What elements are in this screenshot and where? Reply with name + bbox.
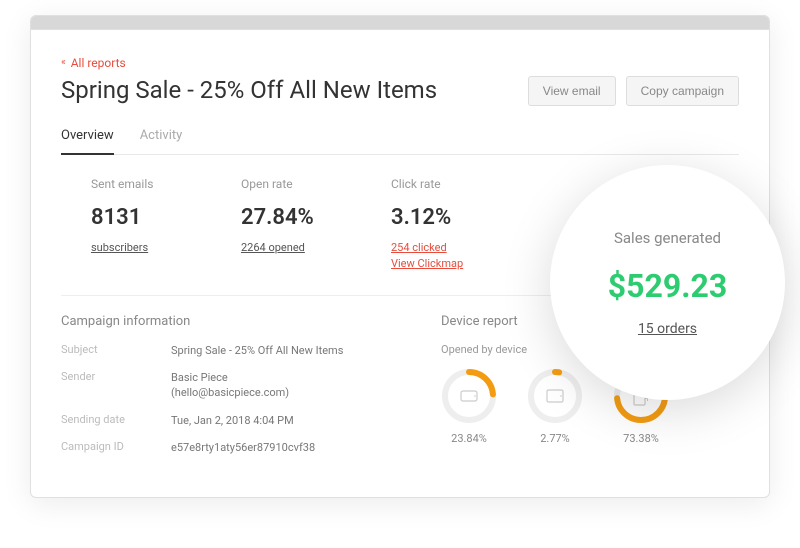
stat-label: Open rate: [241, 177, 391, 191]
info-key: Sender: [61, 370, 171, 401]
info-key: Sending date: [61, 413, 171, 428]
page-header: Spring Sale - 25% Off All New Items View…: [61, 76, 739, 106]
stat-value: 8131: [91, 205, 241, 230]
back-link[interactable]: « All reports: [61, 56, 126, 70]
device-item: 2.77%: [527, 368, 583, 445]
copy-campaign-button[interactable]: Copy campaign: [626, 76, 739, 106]
info-row-sender: Sender Basic Piece (hello@basicpiece.com…: [61, 370, 441, 401]
tab-overview[interactable]: Overview: [61, 128, 114, 155]
device-item: 23.84%: [441, 368, 497, 445]
page-title: Spring Sale - 25% Off All New Items: [61, 76, 437, 104]
browser-titlebar: [31, 16, 769, 30]
donut-chart: [441, 368, 497, 424]
info-val: Basic Piece (hello@basicpiece.com): [171, 370, 289, 401]
back-link-text: All reports: [71, 56, 126, 70]
info-val: e57e8rty1aty56er87910cvf38: [171, 440, 315, 455]
opened-link[interactable]: 2264 opened: [241, 240, 391, 257]
sales-label: Sales generated: [614, 229, 721, 247]
donut-chart: [527, 368, 583, 424]
info-row-sending-date: Sending date Tue, Jan 2, 2018 4:04 PM: [61, 413, 441, 428]
sender-name: Basic Piece: [171, 371, 228, 384]
stat-value: 27.84%: [241, 205, 391, 230]
stat-value: 3.12%: [391, 205, 541, 230]
device-percentage: 2.77%: [527, 432, 583, 445]
stat-sent-emails: Sent emails 8131 subscribers: [91, 177, 241, 273]
info-row-subject: Subject Spring Sale - 25% Off All New It…: [61, 343, 441, 358]
stat-label: Sent emails: [91, 177, 241, 191]
sender-email: (hello@basicpiece.com): [171, 386, 289, 399]
info-key: Subject: [61, 343, 171, 358]
sales-generated-bubble: Sales generated $529.23 15 orders: [550, 165, 785, 400]
info-val: Spring Sale - 25% Off All New Items: [171, 343, 343, 358]
header-actions: View email Copy campaign: [528, 76, 739, 106]
phone-icon: [441, 368, 497, 424]
info-key: Campaign ID: [61, 440, 171, 455]
stat-click-rate: Click rate 3.12% 254 clicked View Clickm…: [391, 177, 541, 273]
section-title: Campaign information: [61, 314, 441, 329]
info-val: Tue, Jan 2, 2018 4:04 PM: [171, 413, 294, 428]
device-percentage: 23.84%: [441, 432, 497, 445]
sales-value: $529.23: [608, 267, 727, 305]
tabs: Overview Activity: [61, 128, 739, 155]
info-row-campaign-id: Campaign ID e57e8rty1aty56er87910cvf38: [61, 440, 441, 455]
orders-link[interactable]: 15 orders: [638, 321, 697, 337]
device-percentage: 73.38%: [613, 432, 669, 445]
view-clickmap-link[interactable]: View Clickmap: [391, 256, 541, 273]
campaign-information: Campaign information Subject Spring Sale…: [61, 314, 441, 468]
view-email-button[interactable]: View email: [528, 76, 616, 106]
stat-open-rate: Open rate 27.84% 2264 opened: [241, 177, 391, 273]
subscribers-link[interactable]: subscribers: [91, 240, 241, 257]
stat-label: Click rate: [391, 177, 541, 191]
tab-activity[interactable]: Activity: [140, 128, 183, 154]
clicked-link[interactable]: 254 clicked: [391, 240, 541, 257]
chevron-left-icon: «: [61, 57, 66, 68]
tablet-icon: [527, 368, 583, 424]
